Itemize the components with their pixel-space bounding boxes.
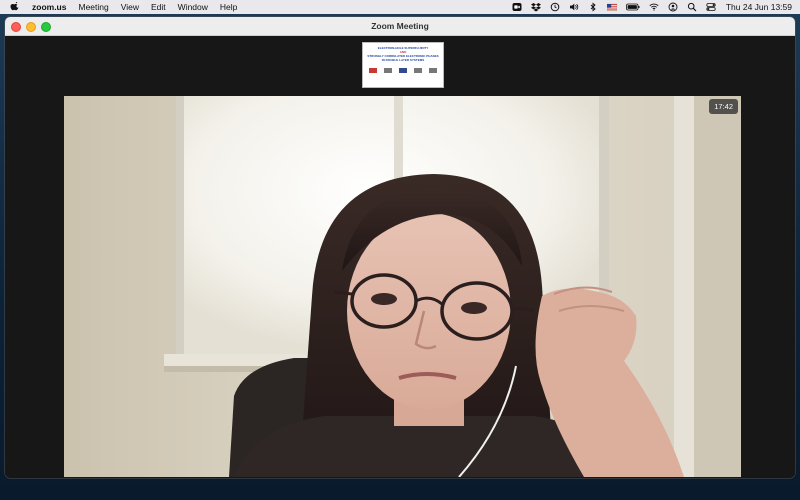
dropbox-icon[interactable] [530,2,541,12]
zoom-meeting-window: Zoom Meeting ELECTRON-HOLE SUPERFLUIDITY… [5,17,795,478]
minimize-button[interactable] [26,22,36,32]
thumbnail-logos [363,68,443,73]
maximize-button[interactable] [41,22,51,32]
shared-screen-thumbnail[interactable]: ELECTRON-HOLE SUPERFLUIDITY AND STRONGLY… [362,42,444,88]
window-controls [11,22,56,32]
wifi-icon[interactable] [649,2,659,12]
speaker-video-image [64,96,741,477]
institution-logo [428,68,437,73]
menu-help[interactable]: Help [220,2,237,12]
window-title: Zoom Meeting [371,21,429,31]
menu-window[interactable]: Window [178,2,208,12]
apple-menu-icon[interactable] [10,2,20,12]
menu-edit[interactable]: Edit [151,2,166,12]
menu-bar-clock[interactable]: Thu 24 Jun 13:59 [726,2,792,12]
institution-logo [369,68,378,73]
user-account-icon[interactable] [668,2,678,12]
bluetooth-icon[interactable] [588,2,598,12]
spotlight-search-icon[interactable] [687,2,697,12]
meeting-content: ELECTRON-HOLE SUPERFLUIDITY AND STRONGLY… [5,36,795,478]
time-machine-icon[interactable] [550,2,560,12]
institution-logo [384,68,393,73]
menu-meeting[interactable]: Meeting [78,2,108,12]
institution-logo [413,68,422,73]
menu-bar-status: Thu 24 Jun 13:59 [503,2,800,12]
window-titlebar[interactable]: Zoom Meeting [5,17,795,36]
close-button[interactable] [11,22,21,32]
battery-icon[interactable] [625,2,640,12]
menu-bar-left: zoom.us Meeting View Edit Window Help [0,2,249,12]
menu-view[interactable]: View [121,2,139,12]
speaker-video[interactable]: 17:42 [64,96,741,477]
meeting-timer: 17:42 [709,99,738,114]
menu-bar: zoom.us Meeting View Edit Window Help Th… [0,0,800,14]
institution-logo [398,68,407,73]
control-center-icon[interactable] [706,2,716,12]
volume-icon[interactable] [569,2,579,12]
us-flag-icon[interactable] [606,2,617,12]
zoom-status-icon[interactable] [512,2,522,12]
thumbnail-title-line: IN DOUBLE LAYER SYSTEMS [381,58,425,62]
menu-app-name[interactable]: zoom.us [32,2,66,12]
